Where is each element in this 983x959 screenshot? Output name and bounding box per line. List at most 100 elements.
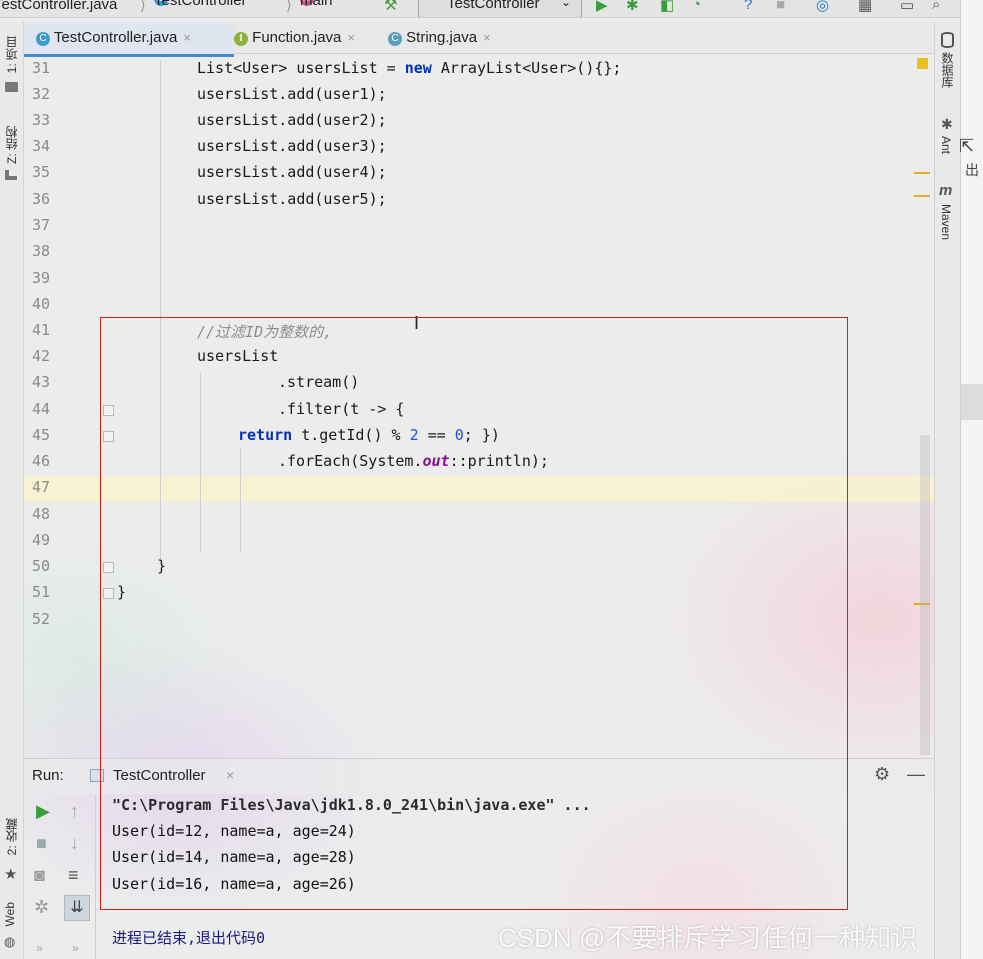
web-tool-button[interactable]: Web <box>3 902 17 926</box>
close-icon[interactable]: × <box>183 30 191 45</box>
line-number: 50 <box>32 557 51 575</box>
adjacent-window-edge: ⇱ 出 <box>959 0 983 959</box>
camera-icon[interactable]: ◙ <box>34 865 45 886</box>
line-number: 34 <box>32 137 51 155</box>
close-icon[interactable]: × <box>347 30 355 45</box>
line-number: 36 <box>32 190 51 208</box>
ant-icon: ✱ <box>941 116 953 132</box>
run-toolbar: ▶ ↑ ■ ↓ ◙ ≡ ✲ ⇊ » » <box>24 795 96 959</box>
update-icon[interactable]: ◎ <box>816 0 829 14</box>
minimize-icon[interactable]: — <box>907 764 925 785</box>
left-tool-stripe: 1: 项目 Z: 结构 2: 收藏 ★ Web ◍ <box>0 22 24 959</box>
maven-tool-button[interactable]: Maven <box>939 204 953 240</box>
line-number: 32 <box>32 85 51 103</box>
right-tool-stripe: 数据库 ✱ Ant m Maven <box>934 22 960 959</box>
inspection-status-icon[interactable] <box>917 58 928 69</box>
run-configuration-label: TestController <box>447 0 540 12</box>
scroll-down-icon[interactable]: ↓ <box>70 833 79 854</box>
project-tool-button[interactable]: 1: 项目 <box>3 36 20 73</box>
csdn-watermark: CSDN @不要排斥学习任何一种知识 <box>498 923 918 953</box>
code-line-36[interactable]: usersList.add(user5); <box>197 190 387 208</box>
line-number: 35 <box>32 163 51 181</box>
adjacent-panel-block <box>961 384 983 420</box>
editor-scrollbar[interactable] <box>920 435 930 755</box>
tab-string[interactable]: C String.java × <box>376 22 528 54</box>
help-icon[interactable]: ? <box>744 0 752 13</box>
console-exit-message: 进程已结束,退出代码0 <box>112 929 266 947</box>
presentation-icon[interactable]: ▭ <box>900 0 914 14</box>
line-number: 51 <box>32 583 51 601</box>
soft-wrap-icon[interactable]: ≡ <box>68 865 79 886</box>
debug-icon[interactable]: ✱ <box>626 0 639 14</box>
search-icon[interactable]: ⌕ <box>932 0 940 13</box>
line-number: 33 <box>32 111 51 129</box>
class-icon: C <box>36 32 50 46</box>
maven-icon: m <box>939 182 953 199</box>
stop-icon[interactable]: ■ <box>776 0 785 13</box>
scroll-to-end-icon[interactable]: ⇊ <box>64 895 90 921</box>
profile-icon[interactable]: ◔ <box>692 0 701 13</box>
tab-testcontroller[interactable]: C TestController.java × <box>24 22 234 57</box>
line-number-gutter: 31 32 33 34 35 36 37 38 39 40 41 42 43 4… <box>24 55 108 755</box>
line-number: 45 <box>32 426 51 444</box>
breadcrumb-class-label: TestController <box>154 0 247 9</box>
run-icon[interactable]: ▶ <box>596 0 608 14</box>
gear-icon[interactable]: ⚙ <box>874 764 890 785</box>
chevron-down-icon: ⌄ <box>561 0 572 9</box>
warning-marker[interactable] <box>914 172 930 174</box>
coverage-icon[interactable]: ◧ <box>660 0 674 14</box>
project-structure-icon[interactable]: ▦ <box>858 0 872 14</box>
build-hammer-icon[interactable]: ⚒ <box>384 0 397 14</box>
code-line-31[interactable]: List<User> usersList = new ArrayList<Use… <box>197 59 621 77</box>
line-number: 40 <box>32 295 51 313</box>
line-number: 31 <box>32 59 51 77</box>
folder-icon <box>5 82 18 92</box>
globe-icon: ◍ <box>4 934 16 949</box>
star-icon: ★ <box>4 866 18 883</box>
favorites-tool-button[interactable]: 2: 收藏 <box>3 818 20 855</box>
warning-marker[interactable] <box>914 195 930 197</box>
exit-label: 出 <box>965 162 979 178</box>
run-label: Run: <box>32 767 64 784</box>
structure-icon <box>5 170 17 180</box>
highlight-annotation-box <box>100 317 848 910</box>
line-number: 39 <box>32 269 51 287</box>
run-configuration-dropdown[interactable]: TestController ⌄ <box>418 0 582 17</box>
code-line-33[interactable]: usersList.add(user2); <box>197 111 387 129</box>
expand-icon[interactable]: » <box>36 941 43 955</box>
tab-label: String.java <box>406 29 478 46</box>
keyword: new <box>404 59 432 77</box>
line-number: 46 <box>32 452 51 470</box>
structure-tool-button[interactable]: Z: 结构 <box>3 126 20 164</box>
code-line-32[interactable]: usersList.add(user1); <box>197 85 387 103</box>
settings-icon[interactable]: ✲ <box>34 897 49 918</box>
code-text: List<User> usersList = <box>197 59 405 77</box>
rerun-icon[interactable]: ▶ <box>36 801 50 822</box>
navigation-bar: TestController.java ⟩ C TestController ⟩… <box>0 0 960 18</box>
database-icon <box>941 32 954 48</box>
code-line-34[interactable]: usersList.add(user3); <box>197 137 387 155</box>
line-number: 41 <box>32 321 51 339</box>
line-number: 47 <box>32 478 51 496</box>
scroll-up-icon[interactable]: ↑ <box>70 801 79 822</box>
breadcrumb-separator: ⟩ <box>286 0 292 14</box>
tab-label: TestController.java <box>53 29 178 46</box>
ant-tool-button[interactable]: Ant <box>939 136 953 154</box>
database-tool-button[interactable]: 数据库 <box>939 52 956 88</box>
close-icon[interactable]: × <box>483 30 491 45</box>
interface-icon: I <box>234 32 248 46</box>
breadcrumb-method-label: main <box>300 0 333 9</box>
code-text: ArrayList<User>(){}; <box>431 59 622 77</box>
editor-tab-bar: C TestController.java × I Function.java × … <box>24 22 934 57</box>
tab-function[interactable]: I Function.java × <box>222 22 386 54</box>
line-number: 38 <box>32 242 51 260</box>
class-icon: C <box>388 32 402 46</box>
line-number: 49 <box>32 531 51 549</box>
code-line-35[interactable]: usersList.add(user4); <box>197 163 387 181</box>
breadcrumb-file[interactable]: TestController.java <box>0 0 117 13</box>
expand-icon[interactable]: » <box>72 941 79 955</box>
line-number: 42 <box>32 347 51 365</box>
line-number: 44 <box>32 400 51 418</box>
stop-icon[interactable]: ■ <box>36 833 47 854</box>
tab-label: Function.java <box>252 29 342 46</box>
